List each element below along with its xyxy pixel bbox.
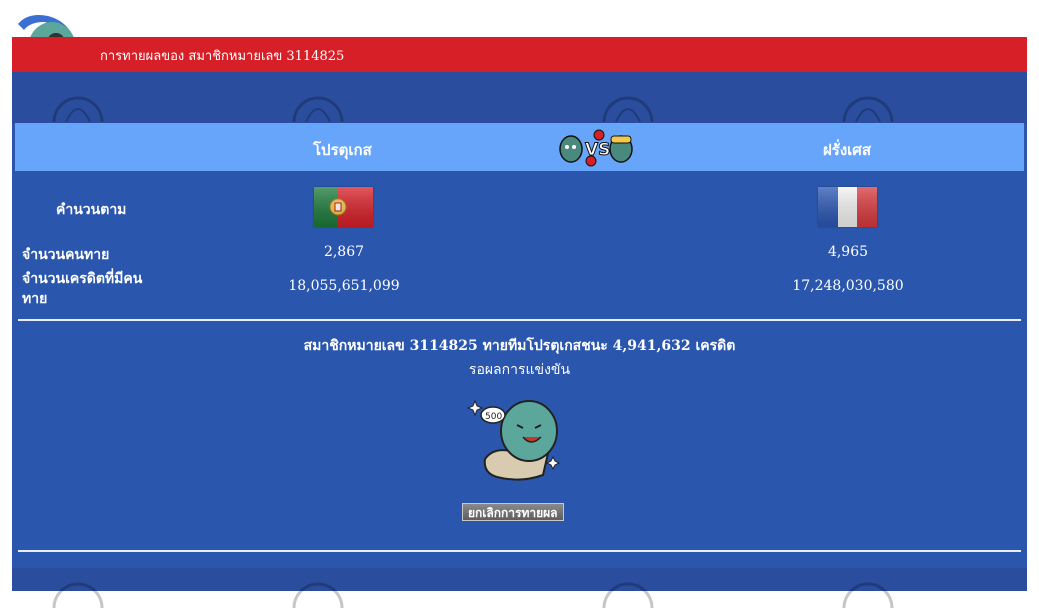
ball-watermark-icon — [602, 582, 654, 608]
page-title: การทายผลของ สมาชิกหมายเลข 3114825 — [100, 49, 345, 64]
ball-watermark-icon — [602, 96, 654, 122]
header-bar: การทายผลของ สมาชิกหมายเลข 3114825 — [12, 37, 1027, 72]
mascot-sticker: 500 — [466, 397, 564, 485]
right-predictors: 4,965 — [827, 244, 869, 260]
credits-label-line2: ทาย — [22, 291, 48, 307]
left-credits: 18,055,651,099 — [288, 278, 400, 294]
status-text: รอผลการแข่งขัน — [468, 362, 571, 378]
vs-text: VS — [585, 140, 610, 160]
ball-watermark-icon — [842, 96, 894, 122]
svg-text:500: 500 — [485, 412, 502, 422]
team-left-name: โปรตุเกส — [313, 141, 372, 159]
ball-watermark-icon — [292, 582, 344, 608]
divider-bottom — [18, 550, 1021, 552]
prediction-panel: โปรตุเกส VS ฝรั่งเศส คำนวนตาม จำนวนคนทาย… — [12, 72, 1027, 608]
ball-watermark-icon — [52, 582, 104, 608]
cancel-prediction-button[interactable]: ยกเลิกการทายผล — [462, 503, 564, 521]
predictors-label: จำนวนคนทาย — [22, 247, 110, 263]
portugal-flag-icon — [314, 187, 373, 227]
france-flag-icon — [818, 187, 877, 227]
left-predictors: 2,867 — [323, 244, 365, 260]
teams-header-row: โปรตุเกส VS ฝรั่งเศส — [15, 123, 1024, 171]
team-right-name: ฝรั่งเศส — [823, 141, 871, 159]
ball-watermark-icon — [842, 582, 894, 608]
right-credits: 17,248,030,580 — [792, 278, 904, 294]
divider — [18, 319, 1021, 321]
row-heading: คำนวนตาม — [56, 202, 127, 218]
result-message: สมาชิกหมายเลข 3114825 ทายทีมโปรตุเกสชนะ … — [303, 338, 736, 354]
ball-watermark-icon — [52, 96, 104, 122]
vs-badge: VS — [557, 127, 637, 169]
credits-label-line1: จำนวนเครดิตที่มีคน — [22, 271, 143, 287]
ball-watermark-icon — [292, 96, 344, 122]
